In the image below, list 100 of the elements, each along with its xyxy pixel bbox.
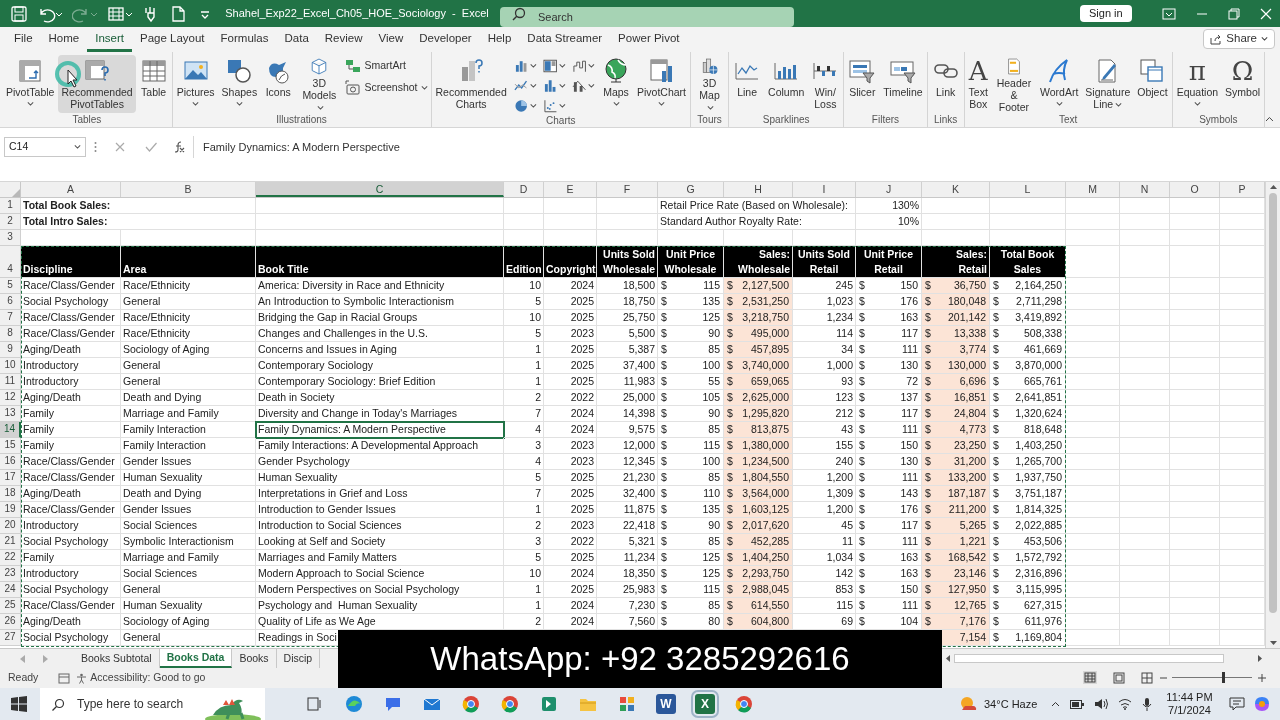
cancel-icon[interactable]	[115, 142, 125, 152]
empty-cell[interactable]	[1066, 342, 1120, 358]
empty-cell[interactable]	[1120, 310, 1170, 326]
column-header[interactable]: G	[658, 182, 724, 197]
search-field[interactable]: Search	[500, 6, 794, 27]
zoom-slider[interactable]	[1172, 672, 1252, 683]
empty-cell[interactable]	[1066, 422, 1120, 438]
table-cell[interactable]: $ 201,142	[922, 310, 990, 326]
table-cell[interactable]: 1,309	[793, 486, 856, 502]
table-cell[interactable]: $ 495,000	[724, 326, 793, 342]
table-cell[interactable]: 2023	[544, 454, 597, 470]
table-cell[interactable]: $ 611,976	[990, 614, 1066, 630]
sheet-tab[interactable]: Books Data	[159, 649, 233, 668]
table-cell[interactable]: 1	[504, 598, 544, 614]
empty-cell[interactable]	[1170, 502, 1220, 518]
table-cell[interactable]: $ 211,200	[922, 502, 990, 518]
table-cell[interactable]: Family Interaction	[121, 422, 256, 438]
table-cell[interactable]: 1,200	[793, 502, 856, 518]
table-cell[interactable]: $ 1,814,325	[990, 502, 1066, 518]
table-cell[interactable]: Diversity and Change in Today's Marriages	[256, 406, 504, 422]
row-header[interactable]: 3	[0, 230, 21, 246]
menu-tab[interactable]: Home	[40, 29, 88, 52]
table-cell[interactable]: $ 1,572,792	[990, 550, 1066, 566]
arrow-app-icon[interactable]	[539, 694, 559, 714]
close-icon[interactable]	[1259, 7, 1272, 20]
table-cell[interactable]: $ 2,022,885	[990, 518, 1066, 534]
table-cell[interactable]: Aging/Death	[21, 342, 121, 358]
scroll-down-icon[interactable]	[1269, 641, 1277, 645]
table-cell[interactable]: 43	[793, 422, 856, 438]
table-cell[interactable]: Race/Class/Gender	[21, 326, 121, 342]
empty-cell[interactable]	[1170, 486, 1220, 502]
column-header[interactable]: O	[1170, 182, 1220, 197]
menu-tab[interactable]: Power Pivot	[610, 29, 688, 52]
table-cell[interactable]: 18,500	[597, 278, 658, 294]
ribbon-button[interactable]: Header & Footer	[991, 55, 1036, 113]
empty-cell[interactable]	[1120, 486, 1170, 502]
table-cell[interactable]: $ 3,870,000	[990, 358, 1066, 374]
empty-cell[interactable]	[1066, 214, 1120, 230]
table-cell[interactable]: Death and Dying	[121, 486, 256, 502]
table-cell[interactable]: $ 1,295,820	[724, 406, 793, 422]
tray-expand-icon[interactable]	[1051, 701, 1061, 707]
table-cell[interactable]: Sociology of Aging	[121, 614, 256, 630]
table-cell[interactable]: 3	[504, 438, 544, 454]
empty-cell[interactable]	[1066, 310, 1120, 326]
table-cell[interactable]: Contemporary Sociology	[256, 358, 504, 374]
empty-cell[interactable]	[1120, 550, 1170, 566]
empty-cell[interactable]	[1066, 230, 1120, 246]
empty-cell[interactable]	[1066, 502, 1120, 518]
table-cell[interactable]: Family Interactions: A Developmental Approach	[256, 438, 504, 454]
empty-cell[interactable]	[1066, 390, 1120, 406]
browser-icon[interactable]	[734, 694, 754, 714]
table-cell[interactable]: 2025	[544, 358, 597, 374]
table-cell[interactable]: Introductory	[21, 358, 121, 374]
row-header[interactable]: 20	[0, 518, 21, 534]
table-cell[interactable]: 1,023	[793, 294, 856, 310]
ribbon-button[interactable]: Pictures	[173, 55, 218, 113]
scroll-right-icon[interactable]	[1258, 655, 1262, 662]
table-cell[interactable]: Looking at Self and Society	[256, 534, 504, 550]
empty-cell[interactable]	[1170, 614, 1220, 630]
table-cell[interactable]: Introductory	[21, 566, 121, 582]
table-cell[interactable]: 10	[504, 566, 544, 582]
empty-cell[interactable]	[1120, 358, 1170, 374]
insert-function-icon[interactable]	[173, 141, 185, 153]
table-cell[interactable]: 25,983	[597, 582, 658, 598]
table-cell[interactable]: 1	[504, 582, 544, 598]
row-header[interactable]: 18	[0, 486, 21, 502]
table-cell[interactable]: $ 2,625,000	[724, 390, 793, 406]
table-cell[interactable]: $ 2,164,250	[990, 278, 1066, 294]
battery-icon[interactable]	[1070, 699, 1085, 709]
next-sheet-icon[interactable]	[43, 654, 48, 663]
table-cell[interactable]: Gender Issues	[121, 454, 256, 470]
ribbon-button[interactable]: π Equation	[1173, 55, 1222, 113]
table-cell[interactable]: $ 1,380,000	[724, 438, 793, 454]
table-cell[interactable]: Death and Dying	[121, 390, 256, 406]
empty-cell[interactable]	[1120, 566, 1170, 582]
table-cell[interactable]: $ 818,648	[990, 422, 1066, 438]
table-cell[interactable]: Aging/Death	[21, 390, 121, 406]
ribbon-button[interactable]: Maps	[599, 55, 633, 113]
table-cell[interactable]: $ 1,404,250	[724, 550, 793, 566]
zoom-in-icon[interactable]	[1258, 674, 1266, 682]
empty-cell[interactable]	[1120, 278, 1170, 294]
table-cell[interactable]: 1,034	[793, 550, 856, 566]
table-cell[interactable]: 2025	[544, 486, 597, 502]
empty-cell[interactable]	[1120, 422, 1170, 438]
table-cell[interactable]: Family	[21, 422, 121, 438]
table-cell[interactable]: 2025	[544, 294, 597, 310]
table-cell[interactable]: Race/Ethnicity	[121, 278, 256, 294]
row-header[interactable]: 15	[0, 438, 21, 454]
empty-cell[interactable]	[597, 214, 658, 230]
empty-cell[interactable]	[1066, 454, 1120, 470]
table-cell[interactable]: $ 3,751,187	[990, 486, 1066, 502]
empty-cell[interactable]	[1066, 374, 1120, 390]
table-cell[interactable]: Contemporary Sociology: Brief Edition	[256, 374, 504, 390]
ribbon-button[interactable]: Object	[1134, 55, 1171, 113]
table-cell[interactable]: $ 127,950	[922, 582, 990, 598]
table-cell[interactable]: 2023	[544, 326, 597, 342]
empty-cell[interactable]	[597, 198, 658, 214]
table-cell[interactable]: $ 168,542	[922, 550, 990, 566]
table-cell[interactable]: $ 1,221	[922, 534, 990, 550]
table-cell[interactable]: 10	[504, 310, 544, 326]
